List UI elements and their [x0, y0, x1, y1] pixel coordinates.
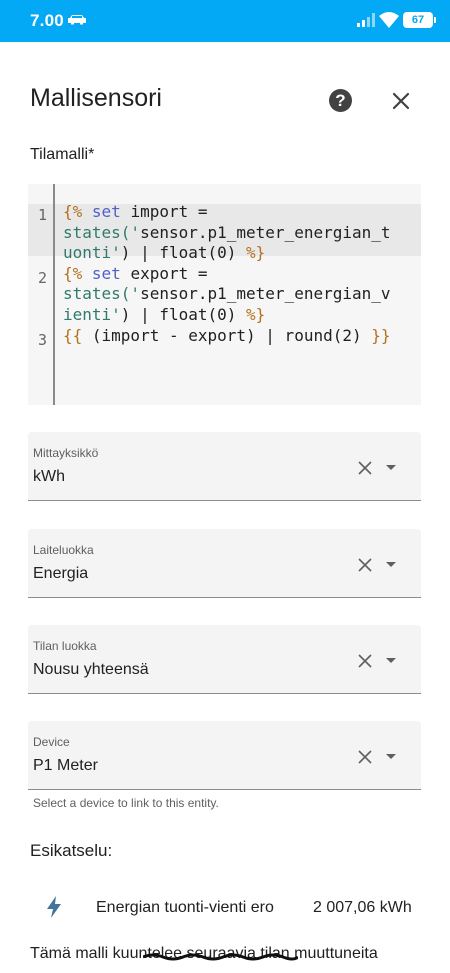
dropdown-arrow-icon[interactable]: [386, 562, 396, 567]
line-number: 3: [38, 331, 48, 349]
template-code[interactable]: {% set import = states('sensor.p1_meter_…: [63, 202, 391, 346]
state-class-label: Tilan luokka: [33, 639, 97, 653]
dialog-title: Mallisensori: [30, 84, 162, 112]
device-class-select[interactable]: Laiteluokka Energia: [28, 529, 421, 598]
preview-label: Esikatselu:: [30, 841, 113, 860]
status-time: 7.00: [30, 11, 64, 30]
car-icon: [68, 15, 86, 25]
redaction-scribble: [143, 953, 298, 961]
device-class-label: Laiteluokka: [33, 543, 94, 557]
state-class-select[interactable]: Tilan luokka Nousu yhteensä: [28, 625, 421, 694]
wifi-icon: [379, 12, 399, 28]
device-select[interactable]: Device P1 Meter: [28, 721, 421, 790]
status-bar: 7.00 67: [0, 0, 450, 42]
dropdown-arrow-icon[interactable]: [386, 658, 396, 663]
preview-entity-state: 2 007,06 kWh: [313, 899, 412, 916]
device-label: Device: [33, 735, 70, 749]
template-editor[interactable]: 1 2 3 {% set import = states('sensor.p1_…: [28, 184, 421, 405]
clear-icon[interactable]: [358, 750, 372, 764]
template-label: Tilamalli*: [30, 146, 95, 163]
preview-entity-name[interactable]: Energian tuonti-vienti ero: [96, 899, 274, 917]
device-helper-text: Select a device to link to this entity.: [33, 796, 219, 810]
device-class-value: Energia: [33, 565, 89, 582]
state-class-value: Nousu yhteensä: [33, 661, 149, 678]
signal-icon: [357, 13, 375, 27]
unit-select[interactable]: Mittayksikkö kWh: [28, 432, 421, 501]
device-value: P1 Meter: [33, 757, 98, 774]
close-icon[interactable]: [390, 90, 412, 112]
dropdown-arrow-icon[interactable]: [386, 465, 396, 470]
help-icon[interactable]: ?: [329, 89, 352, 112]
line-number: 1: [38, 206, 48, 224]
unit-value: kWh: [33, 468, 65, 485]
clear-icon[interactable]: [358, 558, 372, 572]
clear-icon[interactable]: [358, 654, 372, 668]
unit-label: Mittayksikkö: [33, 446, 99, 460]
lightning-bolt-icon: [47, 896, 61, 918]
battery-icon: 67: [403, 12, 436, 28]
clear-icon[interactable]: [358, 461, 372, 475]
line-number: 2: [38, 269, 48, 287]
dropdown-arrow-icon[interactable]: [386, 754, 396, 759]
